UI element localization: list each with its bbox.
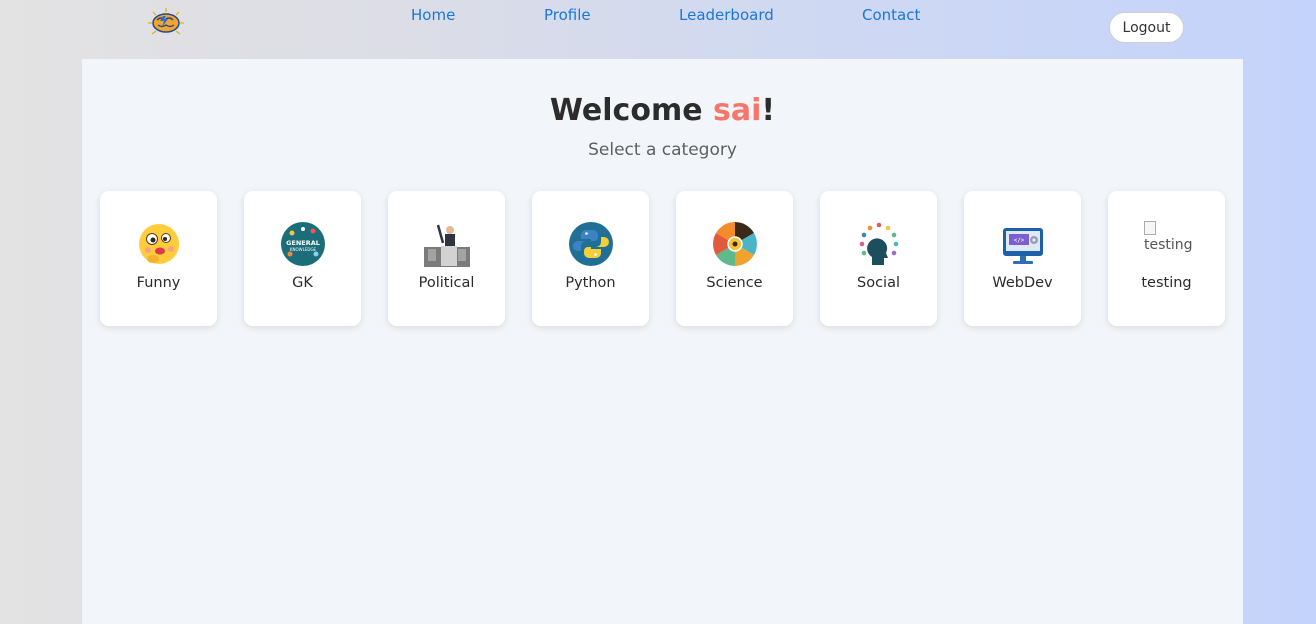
welcome-heading: Welcome sai! <box>82 93 1243 128</box>
welcome-prefix: Welcome <box>549 93 714 128</box>
category-card-political[interactable]: Political <box>388 191 505 326</box>
category-label: GK <box>292 275 313 291</box>
category-label: Social <box>857 275 900 291</box>
navbar: Home Profile Leaderboard Contact Logout <box>0 0 1316 59</box>
nav-profile-link[interactable]: Profile <box>544 6 591 24</box>
main-container: Welcome sai! Select a category Funny GEN… <box>82 59 1243 624</box>
category-subtitle: Select a category <box>588 140 737 160</box>
category-card-gk[interactable]: GENERAL KNOWLEDGE GK <box>244 191 361 326</box>
category-label: testing <box>1141 275 1192 291</box>
svg-text:</>: </> <box>1014 237 1025 244</box>
category-card-science[interactable]: Science <box>676 191 793 326</box>
politician-podium-icon <box>424 224 470 267</box>
broken-image-alt: testing <box>1144 237 1192 253</box>
category-card-python[interactable]: Python <box>532 191 649 326</box>
general-knowledge-icon: GENERAL KNOWLEDGE <box>281 222 325 266</box>
category-label: Funny <box>136 275 181 291</box>
nav-leaderboard-link[interactable]: Leaderboard <box>679 6 774 24</box>
username: sai <box>713 93 762 128</box>
logout-button[interactable]: Logout <box>1109 12 1184 43</box>
welcome-suffix: ! <box>761 93 776 128</box>
gk-icon-text-bottom: KNOWLEDGE <box>290 247 317 252</box>
category-card-funny[interactable]: Funny <box>100 191 217 326</box>
broken-image-glyph <box>1144 221 1156 235</box>
brain-logo-icon[interactable] <box>147 8 185 38</box>
category-label: WebDev <box>992 275 1053 291</box>
nav-contact-link[interactable]: Contact <box>862 6 920 24</box>
category-label: Political <box>418 275 475 291</box>
category-label: Python <box>565 275 616 291</box>
category-label: Science <box>706 275 763 291</box>
category-card-social[interactable]: Social <box>820 191 937 326</box>
category-card-webdev[interactable]: </> WebDev <box>964 191 1081 326</box>
science-wheel-icon <box>713 222 757 266</box>
gk-icon-text-top: GENERAL <box>286 239 320 247</box>
social-head-icon <box>859 222 899 265</box>
category-card-testing[interactable]: testing testing <box>1108 191 1225 326</box>
web-monitor-icon: </> <box>1003 228 1043 264</box>
emoji-face-icon <box>139 224 179 264</box>
python-logo-icon <box>569 222 613 266</box>
nav-home-link[interactable]: Home <box>411 6 455 24</box>
broken-image-icon: testing <box>1144 221 1192 257</box>
category-grid: Funny GENERAL KNOWLEDGE GK Political Pyt… <box>100 191 1230 326</box>
